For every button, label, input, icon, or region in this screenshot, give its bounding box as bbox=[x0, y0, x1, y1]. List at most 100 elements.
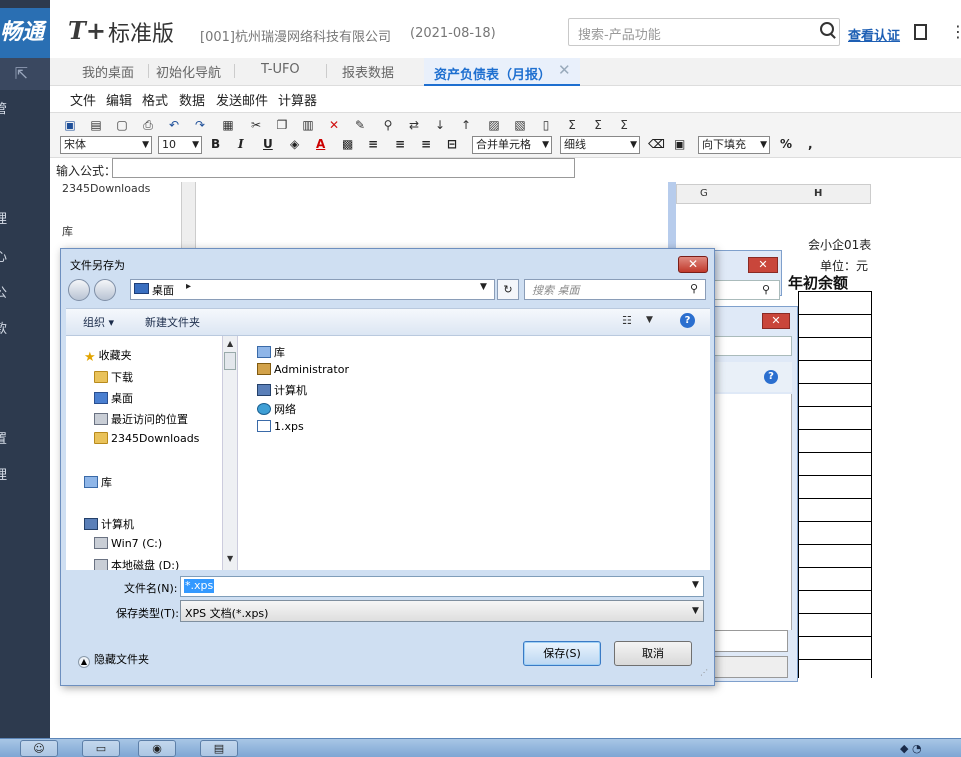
sum-col-icon[interactable]: Σ bbox=[616, 118, 632, 132]
search-icon[interactable]: ⚲ bbox=[762, 283, 770, 296]
help-icon[interactable]: ? bbox=[764, 370, 778, 384]
save-icon[interactable] bbox=[914, 24, 927, 40]
sidebar-item[interactable]: 理 bbox=[0, 466, 50, 486]
fill-down-select[interactable]: 向下填充 ▼ bbox=[698, 136, 770, 154]
paste-icon[interactable]: ▥ bbox=[300, 118, 316, 132]
resize-grip-icon[interactable]: ⋰ bbox=[700, 668, 708, 677]
taskbar-explorer-icon[interactable]: ▭ bbox=[82, 740, 120, 757]
tab-init-nav[interactable]: 初始化导航 bbox=[156, 62, 221, 81]
wrap-icon[interactable]: ⊟ bbox=[447, 137, 457, 151]
sidebar-item[interactable]: 置 bbox=[0, 430, 50, 450]
save-button[interactable]: 保存(S) bbox=[523, 641, 601, 666]
chevron-down-icon[interactable]: ▼ bbox=[692, 580, 699, 590]
replace-icon[interactable]: ⇄ bbox=[406, 118, 422, 132]
formula-input[interactable] bbox=[112, 158, 575, 178]
close-icon[interactable]: ✕ bbox=[748, 257, 778, 273]
background-filename-input[interactable] bbox=[714, 630, 788, 652]
cancel-button[interactable]: 取消 bbox=[614, 641, 692, 666]
view-icon[interactable]: ☷ bbox=[622, 314, 632, 327]
font-size-select[interactable]: 10 ▼ bbox=[158, 136, 202, 154]
font-color-icon[interactable]: A bbox=[316, 137, 325, 151]
nav-scrollbar[interactable] bbox=[222, 336, 238, 570]
save-icon[interactable]: ▣ bbox=[62, 118, 78, 132]
chevron-down-icon[interactable]: ▼ bbox=[692, 606, 699, 616]
close-icon[interactable]: ✕ bbox=[762, 313, 790, 329]
page-icon[interactable]: ▯ bbox=[538, 118, 554, 132]
border-icon[interactable]: ▩ bbox=[342, 137, 353, 151]
scroll-down-icon[interactable]: ▼ bbox=[227, 554, 233, 563]
redo-icon[interactable]: ↷ bbox=[192, 118, 208, 132]
file-item-administrator[interactable]: Administrator bbox=[257, 363, 349, 376]
brush-icon[interactable]: ✎ bbox=[352, 118, 368, 132]
copy-icon[interactable]: ❐ bbox=[274, 118, 290, 132]
taskbar-browser-icon[interactable]: ◉ bbox=[138, 740, 176, 757]
nav-desktop[interactable]: 桌面 bbox=[94, 390, 133, 406]
taskbar-app-icon[interactable]: ☺ bbox=[20, 740, 58, 757]
menu-edit[interactable]: 编辑 bbox=[106, 90, 132, 109]
align-left-icon[interactable]: ≡ bbox=[368, 137, 378, 151]
merge-cells-select[interactable]: 合并单元格 ▼ bbox=[472, 136, 552, 154]
sidebar-item[interactable]: 理 bbox=[0, 210, 50, 230]
nav-downloads[interactable]: 下载 bbox=[94, 369, 133, 385]
find-icon[interactable]: ⚲ bbox=[380, 118, 396, 132]
file-item-network[interactable]: 网络 bbox=[257, 401, 296, 417]
refresh-button[interactable]: ↻ bbox=[497, 279, 519, 300]
background-filetype-select[interactable] bbox=[714, 656, 788, 678]
filename-input[interactable] bbox=[180, 576, 704, 597]
column-g-header[interactable]: G bbox=[700, 188, 708, 199]
tab-tufo[interactable]: T-UFO bbox=[261, 62, 300, 77]
more-icon[interactable]: ⋮ bbox=[950, 22, 961, 41]
column-h-header[interactable]: H bbox=[814, 188, 822, 199]
undo-icon[interactable]: ↶ bbox=[166, 118, 182, 132]
file-item-library[interactable]: 库 bbox=[257, 344, 285, 360]
fill-color-icon[interactable]: ◈ bbox=[290, 137, 299, 151]
align-center-icon[interactable]: ≡ bbox=[395, 137, 405, 151]
print-icon[interactable]: ⎙ bbox=[140, 118, 156, 132]
nav-drive-d[interactable]: 本地磁盘 (D:) bbox=[94, 557, 179, 570]
import-icon[interactable]: ▨ bbox=[486, 118, 502, 132]
nav-drive-c[interactable]: Win7 (C:) bbox=[94, 537, 162, 550]
back-button[interactable] bbox=[68, 279, 90, 301]
chevron-down-icon[interactable]: ▼ bbox=[480, 282, 487, 292]
menu-send-mail[interactable]: 发送邮件 bbox=[216, 90, 268, 109]
sidebar-item[interactable]: 公 bbox=[0, 284, 50, 304]
sum-row-icon[interactable]: Σ bbox=[590, 118, 606, 132]
sidebar-expand-icon[interactable]: ⇱ bbox=[0, 58, 50, 90]
nav-2345downloads[interactable]: 2345Downloads bbox=[94, 432, 199, 445]
sidebar-item[interactable]: 管 bbox=[0, 100, 50, 120]
sort-desc-icon[interactable]: ↑ bbox=[458, 118, 474, 132]
sidebar-item[interactable]: 款 bbox=[0, 320, 50, 340]
forward-button[interactable] bbox=[94, 279, 116, 301]
preview-icon[interactable]: ▢ bbox=[114, 118, 130, 132]
nav-library[interactable]: 库 bbox=[84, 474, 112, 490]
format-painter-icon[interactable]: ▣ bbox=[674, 137, 685, 151]
chevron-down-icon[interactable]: ▼ bbox=[646, 315, 653, 325]
address-text[interactable]: 桌面 bbox=[152, 282, 174, 298]
open-icon[interactable]: ▤ bbox=[88, 118, 104, 132]
cut-icon[interactable]: ✂ bbox=[248, 118, 264, 132]
system-tray-icon[interactable]: ◆ ◔ bbox=[900, 742, 922, 755]
new-folder-button[interactable]: 新建文件夹 bbox=[145, 314, 200, 330]
underline-button[interactable]: U bbox=[263, 137, 273, 151]
menu-calculator[interactable]: 计算器 bbox=[278, 90, 317, 109]
search-icon[interactable] bbox=[820, 22, 834, 36]
file-item-computer[interactable]: 计算机 bbox=[257, 382, 307, 398]
font-select[interactable]: 宋体 ▼ bbox=[60, 136, 152, 154]
align-right-icon[interactable]: ≡ bbox=[421, 137, 431, 151]
bold-button[interactable]: B bbox=[211, 137, 220, 151]
sheet-grid[interactable] bbox=[798, 292, 872, 678]
file-item-1xps[interactable]: 1.xps bbox=[257, 420, 304, 433]
help-icon[interactable]: ? bbox=[680, 313, 695, 328]
nav-favorites[interactable]: ★ 收藏夹 bbox=[84, 347, 132, 365]
filename-value[interactable]: *.xps bbox=[184, 579, 215, 593]
address-bar[interactable] bbox=[130, 279, 495, 300]
sort-asc-icon[interactable]: ↓ bbox=[432, 118, 448, 132]
sum-icon[interactable]: Σ bbox=[564, 118, 580, 132]
tab-report-data[interactable]: 报表数据 bbox=[342, 62, 394, 81]
menu-format[interactable]: 格式 bbox=[142, 90, 168, 109]
close-icon[interactable]: ✕ bbox=[558, 61, 571, 79]
close-icon[interactable]: ✕ bbox=[678, 256, 708, 273]
percent-button[interactable]: % bbox=[780, 137, 792, 151]
nav-recent[interactable]: 最近访问的位置 bbox=[94, 411, 188, 427]
tab-desktop[interactable]: 我的桌面 bbox=[82, 62, 134, 81]
